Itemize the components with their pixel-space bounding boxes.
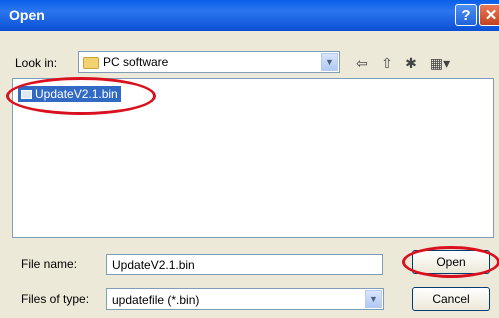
up-folder-icon[interactable]: ⇧	[377, 54, 397, 72]
close-icon: ✕	[484, 7, 498, 24]
dropdown-arrow-icon[interactable]: ▼	[365, 290, 382, 308]
highlight-ring-open	[402, 246, 499, 278]
file-type-value: updatefile (*.bin)	[112, 293, 200, 307]
back-icon[interactable]: ⇦	[352, 54, 372, 72]
look-in-value: PC software	[103, 55, 169, 69]
look-in-value-wrap: PC software	[83, 55, 168, 69]
look-in-combo[interactable]: PC software ▼	[78, 51, 340, 73]
dropdown-arrow-icon[interactable]: ▼	[321, 53, 338, 71]
view-menu-icon[interactable]: ▦▾	[426, 54, 454, 72]
file-type-label: Files of type:	[21, 292, 90, 306]
look-in-label: Look in:	[15, 56, 58, 70]
dialog-title: Open	[9, 7, 45, 23]
file-type-combo[interactable]: updatefile (*.bin) ▼	[106, 288, 384, 310]
help-button[interactable]: ?	[455, 4, 477, 26]
cancel-button[interactable]: Cancel	[412, 287, 490, 311]
folder-icon	[83, 56, 99, 69]
help-icon: ?	[461, 7, 471, 24]
close-button[interactable]: ✕	[479, 4, 499, 26]
highlight-ring-file	[6, 77, 156, 115]
file-name-input[interactable]	[106, 254, 383, 275]
new-folder-icon[interactable]: ✱	[401, 54, 421, 72]
file-name-label: File name:	[21, 257, 78, 271]
title-bar: Open ? ✕	[0, 0, 499, 31]
